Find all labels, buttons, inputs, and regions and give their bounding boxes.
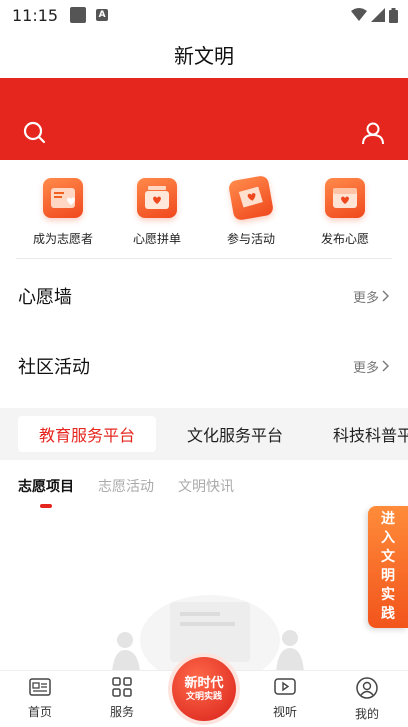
page-title: 新文明 [174,43,234,68]
quick-action-wish-order[interactable]: 心愿拼单 [110,178,204,258]
nav-video[interactable]: 视听 [255,677,315,720]
status-bar: 11:15 A [0,0,408,30]
status-time: 11:15 [12,5,59,25]
enter-civilization-practice-button[interactable]: 进 入 文 明 实 践 [368,506,408,628]
home-news-icon [29,678,51,696]
quick-label: 发布心愿 [320,232,369,246]
nav-center-subtitle: 文明实践 [185,691,222,702]
more-label: 更多 [352,290,379,306]
tab-science-platform[interactable]: 科技科普平台 [333,416,408,452]
status-indicators [351,7,398,23]
nav-center-title: 新时代 [184,675,224,691]
tab-education-platform[interactable]: 教育服务平台 [18,416,156,452]
nav-label: 我的 [354,707,379,721]
tab-culture-platform[interactable]: 文化服务平台 [170,416,300,452]
quick-action-join-activity[interactable]: 参与活动 [204,174,298,258]
section-title: 社区活动 [18,357,90,378]
nav-mine[interactable]: 我的 [337,677,397,722]
platform-tabs: 教育服务平台 文化服务平台 科技科普平台 [0,408,408,460]
profile-icon [356,677,378,699]
wish-order-icon [137,178,177,218]
nav-service[interactable]: 服务 [92,677,152,720]
search-button[interactable] [22,120,48,146]
side-char: 实 [381,587,395,603]
quick-label: 成为志愿者 [32,232,93,246]
side-char: 践 [381,606,395,622]
tab-volunteer-activities[interactable]: 志愿活动 [98,476,154,496]
red-banner [0,78,408,160]
title-bar: 新文明 [0,30,408,78]
quick-action-volunteer[interactable]: 成为志愿者 [16,178,110,258]
publish-wish-icon [325,178,365,218]
side-char: 明 [381,568,395,584]
side-char: 入 [381,530,395,546]
wifi-icon [351,8,367,21]
nav-label: 视听 [272,705,297,719]
sub-tabs: 志愿项目 志愿活动 文明快讯 [18,476,234,496]
section-title: 心愿墙 [18,287,72,308]
chevron-right-icon [382,290,389,302]
search-icon [23,121,46,144]
notification-square-icon [70,7,87,23]
signal-icon [371,8,385,22]
grid-icon [112,677,132,697]
battery-icon [389,7,398,23]
active-tab-indicator [40,504,52,508]
side-char: 进 [381,511,395,527]
nav-new-era-civilization[interactable]: 新时代 文明实践 [172,657,236,721]
quick-action-publish-wish[interactable]: 发布心愿 [298,178,392,258]
more-link[interactable]: 更多 [353,287,390,306]
section-wish-wall: 心愿墙 更多 [18,276,390,316]
quick-label: 心愿拼单 [132,232,181,246]
more-label: 更多 [352,360,379,376]
bottom-nav: 首页 服务 新时代 文明实践 视听 我的 [0,657,408,727]
activity-flag-icon [227,174,275,222]
quick-actions: 成为志愿者 心愿拼单 参与活动 发布心愿 [16,174,392,258]
quick-label: 参与活动 [226,232,275,246]
more-link[interactable]: 更多 [353,357,390,376]
user-icon [362,122,384,145]
section-community-activity: 社区活动 更多 [18,346,390,386]
side-char: 文 [381,549,395,565]
user-button[interactable] [360,120,386,146]
tab-civilization-news[interactable]: 文明快讯 [178,476,234,496]
tab-volunteer-projects[interactable]: 志愿项目 [18,476,74,496]
nav-label: 服务 [109,705,134,719]
video-play-icon [274,678,296,695]
nav-label: 首页 [27,705,52,719]
notification-a-icon: A [96,9,109,21]
chevron-right-icon [382,360,389,372]
nav-home[interactable]: 首页 [10,677,70,720]
divider [16,258,392,259]
volunteer-card-icon [43,178,83,218]
